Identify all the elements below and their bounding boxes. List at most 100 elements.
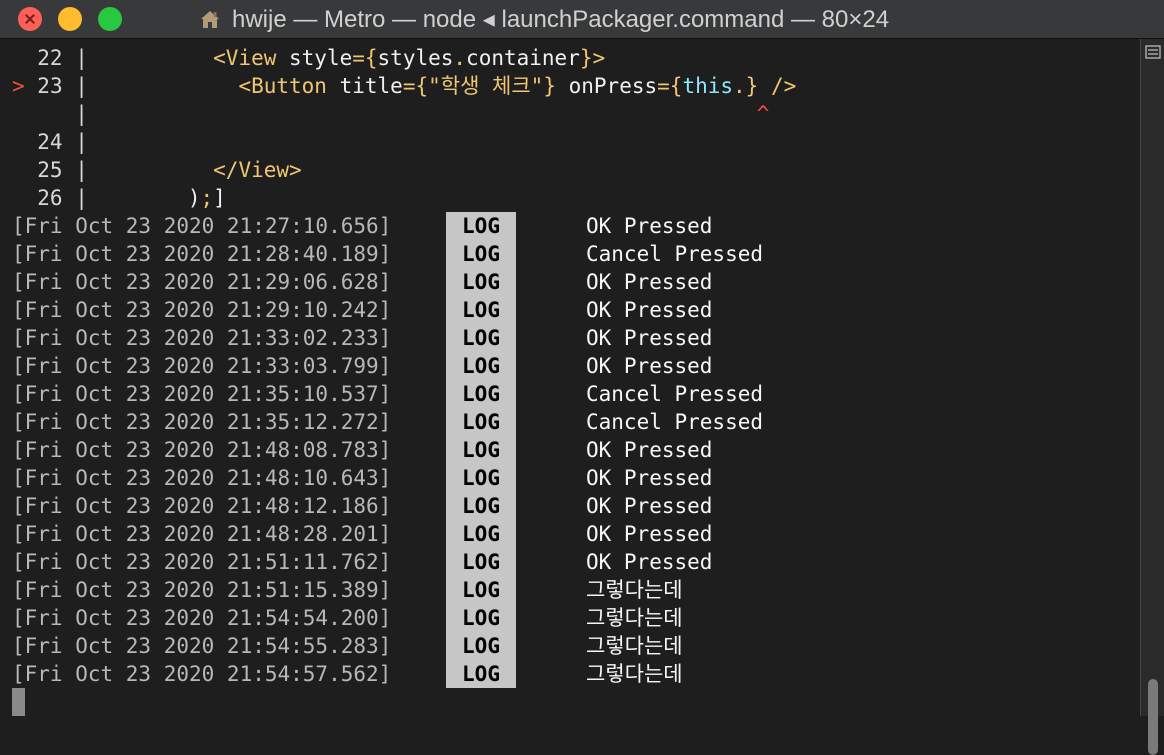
log-timestamp: [Fri Oct 23 2020 21:27:10.656] (12, 214, 392, 238)
line-number-gutter: 24 | (12, 130, 88, 154)
log-timestamp: [Fri Oct 23 2020 21:29:06.628] (12, 270, 392, 294)
log-level-badge: LOG (446, 380, 516, 408)
log-timestamp: [Fri Oct 23 2020 21:51:15.389] (12, 578, 392, 602)
log-message: Cancel Pressed (586, 410, 764, 434)
code-token: > (592, 46, 606, 70)
log-level-badge: LOG (446, 464, 516, 492)
code-token: ] (213, 186, 226, 210)
log-row: [Fri Oct 23 2020 21:54:57.562] LOG 그렇다는데 (0, 660, 1140, 688)
log-level-badge: LOG (446, 492, 516, 520)
log-row: [Fri Oct 23 2020 21:54:55.283] LOG 그렇다는데 (0, 632, 1140, 660)
log-level-badge: LOG (446, 604, 516, 632)
log-level-badge: LOG (446, 576, 516, 604)
line-number-gutter: 22 | (12, 46, 88, 70)
log-row: [Fri Oct 23 2020 21:51:15.389] LOG 그렇다는데 (0, 576, 1140, 604)
code-token: /> (770, 74, 797, 98)
code-token: this (682, 74, 734, 98)
code-token: </View> (213, 158, 302, 182)
minimize-button[interactable] (58, 7, 82, 31)
scrollbar-thumb[interactable] (1148, 679, 1158, 755)
error-caret: ^ (112, 102, 770, 126)
code-token: ={ (657, 74, 683, 98)
log-row: [Fri Oct 23 2020 21:33:02.233] LOG OK Pres… (0, 324, 1140, 352)
log-level-badge: LOG (446, 660, 516, 688)
log-timestamp: [Fri Oct 23 2020 21:29:10.242] (12, 298, 392, 322)
log-row: [Fri Oct 23 2020 21:48:28.201] LOG OK Pres… (0, 520, 1140, 548)
log-message: OK Pressed (586, 438, 713, 462)
log-row: [Fri Oct 23 2020 21:33:03.799] LOG OK Pres… (0, 352, 1140, 380)
code-frame-line: 26 | );] (0, 184, 1140, 212)
log-message: 그렇다는데 (586, 634, 683, 658)
code-token: onPress (568, 74, 658, 98)
log-row: [Fri Oct 23 2020 21:48:12.186] LOG OK Pres… (0, 492, 1140, 520)
code-token: ={ (352, 46, 378, 70)
log-level-badge: LOG (446, 324, 516, 352)
log-message: OK Pressed (586, 466, 713, 490)
code-text: <Button title={"학생 체크"} onPress={this.} … (112, 72, 796, 100)
code-token: } (579, 46, 593, 70)
log-message: 그렇다는데 (586, 606, 683, 630)
code-text: ^ (112, 100, 770, 128)
log-timestamp: [Fri Oct 23 2020 21:54:55.283] (12, 634, 392, 658)
log-timestamp: [Fri Oct 23 2020 21:48:12.186] (12, 494, 392, 518)
log-level-badge: LOG (446, 436, 516, 464)
list-icon (1145, 45, 1161, 59)
log-row: [Fri Oct 23 2020 21:35:10.537] LOG Cancel … (0, 380, 1140, 408)
code-frame-line: 25 | </View> (0, 156, 1140, 184)
line-number-gutter: > 23 | (12, 74, 88, 98)
log-message: Cancel Pressed (586, 382, 764, 406)
log-timestamp: [Fri Oct 23 2020 21:33:02.233] (12, 326, 392, 350)
log-message: OK Pressed (586, 522, 713, 546)
code-text: <View style={styles.container}> (112, 44, 605, 72)
log-message: OK Pressed (586, 298, 713, 322)
log-message: Cancel Pressed (586, 242, 764, 266)
scrollbar[interactable] (1140, 39, 1164, 755)
log-timestamp: [Fri Oct 23 2020 21:51:11.762] (12, 550, 392, 574)
terminal-cursor (12, 688, 25, 716)
code-frame-line: > 23 | <Button title={"학생 체크"} onPress={… (0, 72, 1140, 100)
terminal-output[interactable]: 22 | <View style={styles.container}> > 23… (0, 39, 1140, 716)
log-level-badge: LOG (446, 296, 516, 324)
code-token: ={ (402, 74, 429, 98)
title-bar: hwije — Metro — node ◂ launchPackager.co… (0, 0, 1164, 39)
code-token: } (543, 74, 569, 98)
log-timestamp: [Fri Oct 23 2020 21:33:03.799] (12, 354, 392, 378)
code-token: style (289, 46, 353, 70)
log-row: [Fri Oct 23 2020 21:27:10.656] LOG OK Pres… (0, 212, 1140, 240)
code-token: .} (733, 74, 771, 98)
log-message: OK Pressed (586, 326, 713, 350)
log-timestamp: [Fri Oct 23 2020 21:54:57.562] (12, 662, 392, 686)
log-level-badge: LOG (446, 352, 516, 380)
log-level-badge: LOG (446, 408, 516, 436)
log-level-badge: LOG (446, 548, 516, 576)
code-token: "학생 체크" (428, 74, 544, 98)
code-text: </View> (112, 156, 302, 184)
window-title: hwije — Metro — node ◂ launchPackager.co… (198, 4, 889, 34)
code-frame-line: 24 | (0, 128, 1140, 156)
close-button[interactable] (18, 7, 42, 31)
zoom-button[interactable] (98, 7, 122, 31)
log-message: 그렇다는데 (586, 578, 683, 602)
log-row: [Fri Oct 23 2020 21:54:54.200] LOG 그렇다는데 (0, 604, 1140, 632)
log-row: [Fri Oct 23 2020 21:48:10.643] LOG OK Pres… (0, 464, 1140, 492)
code-token: <View (213, 46, 290, 70)
code-frame-line: | ^ (0, 100, 1140, 128)
log-level-badge: LOG (446, 240, 516, 268)
line-number-gutter: 25 | (12, 158, 88, 182)
log-message: OK Pressed (586, 550, 713, 574)
log-message: OK Pressed (586, 354, 713, 378)
code-token: <Button (238, 74, 340, 98)
log-message: OK Pressed (586, 494, 713, 518)
log-row: [Fri Oct 23 2020 21:35:12.272] LOG Cancel … (0, 408, 1140, 436)
log-level-badge: LOG (446, 268, 516, 296)
log-level-badge: LOG (446, 520, 516, 548)
log-row: [Fri Oct 23 2020 21:29:10.242] LOG OK Pres… (0, 296, 1140, 324)
log-level-badge: LOG (446, 632, 516, 660)
log-row: [Fri Oct 23 2020 21:29:06.628] LOG OK Pres… (0, 268, 1140, 296)
code-frame-line: 22 | <View style={styles.container}> (0, 44, 1140, 72)
code-token: styles (377, 46, 454, 70)
code-token: ; (200, 186, 214, 210)
line-number-gutter: 26 | (12, 186, 88, 210)
